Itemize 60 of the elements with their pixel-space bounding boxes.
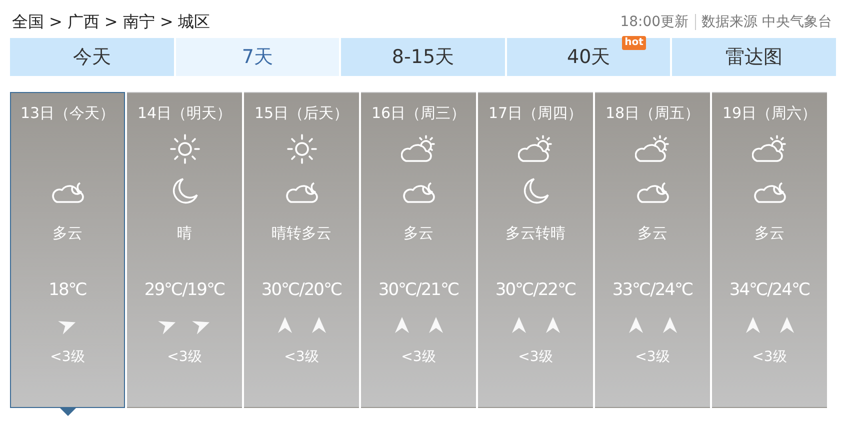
weather-condition: 多云 <box>754 224 784 244</box>
wind-direction-icon <box>660 316 678 334</box>
breadcrumb-link[interactable]: 全国 <box>12 12 44 32</box>
wind-direction-icon <box>310 316 328 334</box>
wind-direction-icon <box>426 316 444 334</box>
tab[interactable]: 7天 <box>176 38 340 76</box>
breadcrumb-separator: > <box>49 12 62 32</box>
wind-direction-icon <box>544 316 562 334</box>
temperature: 33℃/24℃ <box>612 280 693 300</box>
breadcrumb-separator: > <box>104 12 118 32</box>
weather-condition: 多云转晴 <box>506 224 566 244</box>
selection-pointer-icon <box>60 408 76 416</box>
tab[interactable]: 雷达图 <box>672 38 836 76</box>
hot-badge: hot <box>622 36 646 50</box>
wind-level: <3级 <box>50 348 85 366</box>
day-date: 14日（明天） <box>137 104 232 124</box>
weather-condition: 晴转多云 <box>272 224 332 244</box>
wind-direction-icon <box>510 316 528 334</box>
cloud-sun-icon <box>752 134 788 164</box>
day-date: 13日（今天） <box>20 104 115 124</box>
tab[interactable]: 8-15天 <box>341 38 505 76</box>
wind-level: <3级 <box>167 348 202 366</box>
weather-condition: 晴 <box>177 224 192 244</box>
temperature: 30℃/22℃ <box>495 280 576 300</box>
tab[interactable]: 今天 <box>10 38 174 76</box>
update-time: 18:00更新 <box>620 13 689 31</box>
sun-icon <box>168 132 202 166</box>
data-source: 数据来源 中央气象台 <box>702 13 832 31</box>
temperature: 18℃ <box>48 280 86 300</box>
day-date: 17日（周四） <box>488 104 583 124</box>
weather-condition: 多云 <box>404 224 434 244</box>
breadcrumb-link[interactable]: 广西 <box>67 12 100 32</box>
wind-direction-icon <box>744 316 762 334</box>
temperature: 29℃/19℃ <box>144 280 225 300</box>
temperature: 30℃/20℃ <box>261 280 342 300</box>
breadcrumb-link[interactable]: 南宁 <box>122 12 155 32</box>
weather-condition: 多云 <box>52 224 82 244</box>
cloud-sun-icon <box>400 134 436 164</box>
cloud-sun-icon <box>518 134 554 164</box>
weather-condition: 多云 <box>638 224 668 244</box>
cloud-sun-icon <box>634 134 670 164</box>
wind-level: <3级 <box>635 348 670 366</box>
day-date: 16日（周三） <box>371 104 466 124</box>
day-date: 19日（周六） <box>722 104 817 124</box>
wind-level: <3级 <box>401 348 436 366</box>
wind-direction-icon <box>626 316 644 334</box>
sun-icon <box>284 132 318 166</box>
day-date: 18日（周五） <box>605 104 700 124</box>
breadcrumb-link[interactable]: 城区 <box>178 12 210 32</box>
breadcrumb-separator: > <box>160 12 174 32</box>
wind-direction-icon <box>392 316 410 334</box>
tab[interactable]: 40天 hot <box>506 38 670 76</box>
wind-direction-icon <box>778 316 796 334</box>
wind-direction-icon <box>276 316 294 334</box>
temperature: 34℃/24℃ <box>729 280 810 300</box>
temperature: 30℃/21℃ <box>378 280 459 300</box>
wind-level: <3级 <box>284 348 319 366</box>
wind-level: <3级 <box>752 348 787 366</box>
wind-level: <3级 <box>518 348 553 366</box>
day-date: 15日（后天） <box>254 104 349 124</box>
